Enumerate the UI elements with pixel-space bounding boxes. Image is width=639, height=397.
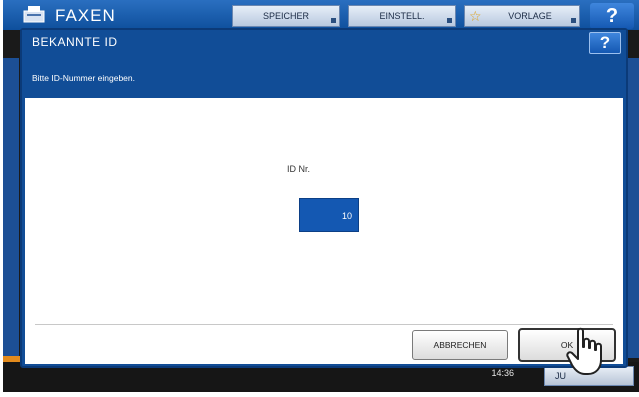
divider [35, 324, 613, 325]
vorlage-button[interactable]: ☆ VORLAGE [464, 5, 580, 27]
speicher-button[interactable]: SPEICHER [232, 5, 340, 27]
dialog-body: ID Nr. 10 ABBRECHEN OK [25, 98, 623, 364]
corner-indicator-icon [571, 18, 576, 23]
einstell-button[interactable]: EINSTELL. [348, 5, 456, 27]
dialog-help-button[interactable]: ? [589, 32, 621, 54]
id-number-input[interactable]: 10 [299, 198, 359, 232]
app-body-left [3, 58, 19, 358]
cancel-button[interactable]: ABBRECHEN [412, 330, 508, 360]
corner-indicator-icon [331, 18, 336, 23]
app-title: FAXEN [55, 6, 116, 25]
known-id-dialog: BEKANNTE ID ? Bitte ID-Nummer eingeben. … [20, 28, 628, 368]
einstell-label: EINSTELL. [379, 11, 425, 21]
instruction-text: Bitte ID-Nummer eingeben. [32, 73, 135, 83]
instruction-bar: Bitte ID-Nummer eingeben. [22, 56, 626, 98]
hand-pointer-icon [566, 327, 602, 375]
clock: 14:36 [480, 368, 514, 378]
dialog-title: BEKANNTE ID [32, 35, 118, 49]
corner-indicator-icon [447, 18, 452, 23]
clock-time: 14:36 [491, 368, 514, 378]
speicher-label: SPEICHER [262, 11, 309, 21]
id-number-label: ID Nr. [287, 164, 311, 174]
vorlage-label: VORLAGE [508, 11, 552, 21]
dialog-titlebar: BEKANNTE ID ? [22, 30, 626, 56]
fax-icon [23, 6, 45, 23]
app-body-right [628, 58, 639, 358]
app-help-button[interactable]: ? [590, 3, 634, 29]
star-icon: ☆ [469, 8, 482, 24]
